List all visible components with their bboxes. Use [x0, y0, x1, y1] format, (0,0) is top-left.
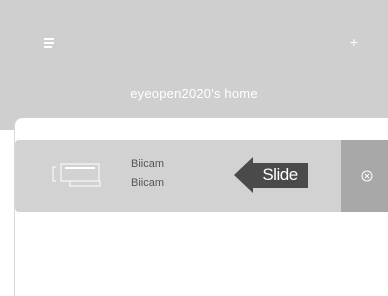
delete-device-button[interactable] [341, 140, 388, 212]
camera-device-icon [52, 163, 101, 187]
plus-icon[interactable]: + [347, 35, 361, 49]
app-header: + eyeopen2020's home [0, 0, 388, 130]
home-title: eyeopen2020's home [130, 86, 258, 101]
device-list-item[interactable]: Biicam Biicam Slide [15, 140, 388, 212]
close-circle-icon [361, 170, 373, 182]
device-name: Biicam [131, 158, 165, 170]
device-model: Biicam [131, 177, 165, 189]
device-row-content[interactable]: Biicam Biicam Slide [15, 140, 341, 212]
menu-icon[interactable] [44, 38, 56, 48]
slide-hint-label: Slide [262, 165, 298, 184]
